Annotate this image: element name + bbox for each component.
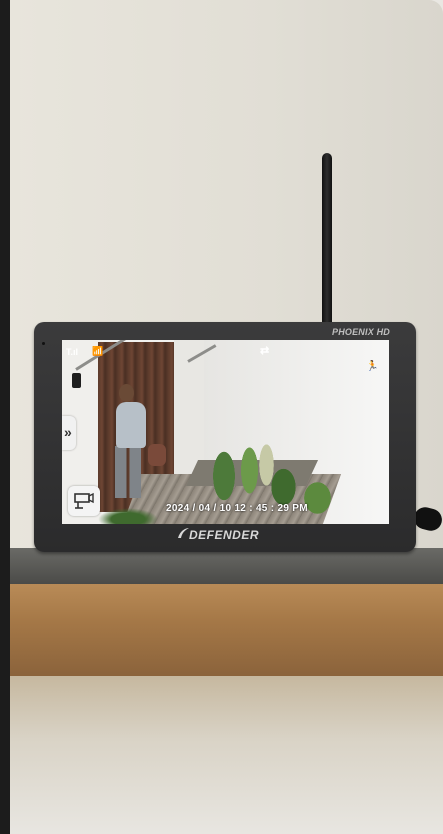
shelf-surface [10,548,443,584]
cycle-icon: ⇄ [260,345,270,357]
antenna-icon: 📶 [92,346,104,356]
photo-frame: PHOENIX HD T.ıl 📶 ⇄ 🏃 » 2024 / 04 / 10 1… [0,0,443,834]
security-monitor: PHOENIX HD T.ıl 📶 ⇄ 🏃 » 2024 / 04 / 10 1… [34,322,416,552]
camera-select-button[interactable] [68,486,100,516]
feed-doorbell [72,373,81,388]
monitor-sensor [42,342,45,345]
double-chevron-right-icon: » [64,424,72,440]
motion-detected-icon: 🏃 [366,361,379,372]
feed-timestamp: 2024 / 04 / 10 12 : 45 : 29 PM [166,503,308,514]
feed-person-head [119,384,134,402]
feed-bush [98,508,158,524]
model-label: PHOENIX HD [332,327,391,337]
feed-person-legs [115,446,141,498]
feed-bag [148,444,166,466]
camera-feed-screen[interactable]: T.ıl 📶 ⇄ 🏃 » 2024 / 04 / 10 12 : 45 : 29… [62,340,389,524]
brand-label: DEFENDER [189,528,260,542]
camera-select-icon [74,492,94,509]
monitor-antenna [322,153,332,331]
expand-panel-button[interactable]: » [62,416,76,450]
left-edge [0,0,10,834]
signal-bars-icon: T.ıl [66,347,79,357]
shelf-wood-edge [10,584,443,676]
feed-person-body [116,402,146,448]
shelf-foreground [10,676,443,834]
defender-logo-icon [178,528,189,538]
